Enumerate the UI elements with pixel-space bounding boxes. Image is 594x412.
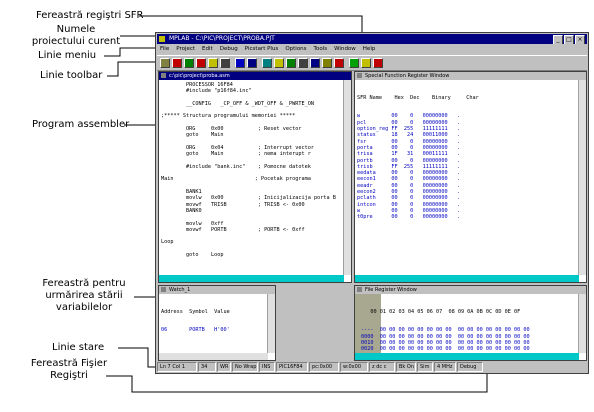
watch-window: Watch_1 Address Symbol Value 06 PORTB H'… — [158, 285, 276, 361]
source-vscroll[interactable] — [343, 80, 351, 275]
toolbar-icon-2[interactable] — [172, 58, 182, 68]
status-wr: WR — [217, 362, 231, 372]
status-bar: Ln 7 Col 1 34 WR No Wrap INS PIC16F84 pc… — [157, 362, 587, 372]
menu-picstart[interactable]: Picstart Plus — [245, 45, 279, 54]
menu-edit[interactable]: Edit — [202, 45, 213, 54]
sfr-window: Special Function Register Window SFR Nam… — [354, 71, 587, 283]
document-icon — [161, 73, 166, 78]
menu-help[interactable]: Help — [363, 45, 376, 54]
sfr-vscroll[interactable] — [578, 80, 586, 275]
toolbar — [157, 55, 587, 71]
toolbar-icon-18[interactable] — [373, 58, 383, 68]
source-code[interactable]: PROCESSOR 16F84 #include "p16f84.inc" __… — [161, 82, 343, 274]
menu-bar: File Project Edit Debug Picstart Plus Op… — [157, 45, 587, 54]
watch-window-title: Watch_1 — [169, 287, 191, 293]
file-register-header: 00 01 02 03 04 05 06 07 08 09 0A 0B 0C 0… — [361, 308, 521, 315]
menu-project[interactable]: Project — [176, 45, 195, 54]
maximize-icon[interactable]: □ — [564, 35, 574, 44]
toolbar-icon-1[interactable] — [160, 58, 170, 68]
label-sfr-window: Fereastră regiştri SFR — [36, 10, 144, 21]
source-line: movlw 0x00 ; Inicijalizacija porta B — [161, 195, 336, 202]
file-register-row: 0020 00 00 00 00 00 00 00 00 00 00 00 00… — [361, 346, 530, 352]
file-register-hscroll[interactable] — [355, 353, 579, 360]
file-register-title: File Register Window — [365, 287, 417, 293]
toolbar-icon-10[interactable] — [274, 58, 284, 68]
status-ins: INS — [259, 362, 275, 372]
source-hscroll[interactable] — [159, 275, 344, 282]
status-mode: Debug — [457, 362, 483, 372]
label-file-registers: Fereastră Fişier Regiştri — [30, 358, 108, 381]
label-menu-line: Linie meniu — [38, 50, 97, 61]
toolbar-icon-15[interactable] — [334, 58, 344, 68]
sfr-row: t0pre 00 0 00000000 . — [357, 214, 461, 221]
label-program-assembler: Program assembler — [32, 119, 130, 130]
status-sim: Sim — [417, 362, 433, 372]
status-w: w:0x00 — [340, 362, 368, 372]
document-icon — [357, 73, 362, 78]
label-toolbar-line: Linie toolbar — [40, 70, 103, 81]
document-icon — [161, 287, 166, 292]
toolbar-icon-12[interactable] — [298, 58, 308, 68]
source-window-titlebar[interactable]: c:\pic\project\proba.asm — [159, 72, 351, 80]
watch-row[interactable]: 06 PORTB H'00' — [161, 327, 267, 333]
toolbar-icon-8[interactable] — [247, 58, 257, 68]
file-register-window: File Register Window 00 01 02 03 04 05 0… — [354, 285, 587, 361]
status-position: Ln 7 Col 1 — [157, 362, 197, 372]
menu-tools[interactable]: Tools — [314, 45, 328, 54]
status-count: 34 — [198, 362, 216, 372]
toolbar-icon-4[interactable] — [196, 58, 206, 68]
toolbar-icon-11[interactable] — [286, 58, 296, 68]
sfr-window-title: Special Function Register Window — [365, 73, 450, 79]
label-watch-window: Fereastră pentru urmărirea stării variab… — [42, 278, 126, 313]
sfr-window-titlebar[interactable]: Special Function Register Window — [355, 72, 586, 80]
file-register-vscroll[interactable] — [578, 294, 586, 353]
file-register-rows: ---- 00 00 00 00 00 00 00 00 00 00 00 00… — [361, 327, 578, 352]
toolbar-icon-16[interactable] — [349, 58, 359, 68]
app-icon — [159, 36, 165, 42]
callout-menu — [104, 47, 158, 57]
sfr-hscroll[interactable] — [355, 275, 579, 282]
menu-window[interactable]: Window — [334, 45, 356, 54]
menu-file[interactable]: File — [160, 45, 169, 54]
menu-debug[interactable]: Debug — [220, 45, 238, 54]
label-status-line: Linie stare — [52, 342, 105, 353]
toolbar-icon-14[interactable] — [322, 58, 332, 68]
sfr-table: SFR Name Hex Dec Binary Char w 00 0 0000… — [357, 82, 578, 274]
toolbar-icon-6[interactable] — [220, 58, 230, 68]
sfr-header: SFR Name Hex Dec Binary Char — [357, 94, 479, 101]
status-wrap: No Wrap — [232, 362, 258, 372]
minimize-icon[interactable]: _ — [553, 35, 563, 44]
source-line: goto Loop — [161, 252, 224, 259]
mplab-window: MPLAB - C:\PIC\PROJECT\PROBA.PJT _ □ × F… — [155, 32, 589, 374]
source-window-title: c:\pic\project\proba.asm — [169, 73, 230, 79]
status-processor: PIC16F84 — [276, 362, 308, 372]
toolbar-icon-7[interactable] — [235, 58, 245, 68]
file-register-titlebar[interactable]: File Register Window — [355, 286, 586, 294]
document-icon — [357, 287, 362, 292]
mplab-title-text: MPLAB - C:\PIC\PROJECT\PROBA.PJT — [169, 35, 275, 42]
watch-header: Address Symbol Value — [161, 308, 230, 315]
toolbar-icon-17[interactable] — [361, 58, 371, 68]
source-window: c:\pic\project\proba.asm PROCESSOR 16F84… — [158, 71, 352, 283]
watch-window-titlebar[interactable]: Watch_1 — [159, 286, 275, 294]
watch-vscroll[interactable] — [267, 294, 275, 353]
status-freq: 4 MHz — [434, 362, 456, 372]
toolbar-icon-13[interactable] — [310, 58, 320, 68]
toolbar-icon-9[interactable] — [262, 58, 272, 68]
toolbar-icon-5[interactable] — [208, 58, 218, 68]
status-flags: z dc c — [369, 362, 395, 372]
sfr-rows: w 00 0 00000000 . pcl 00 0 00000000 . opti… — [357, 113, 578, 220]
watch-table: Address Symbol Value 06 PORTB H'00' — [161, 296, 267, 352]
menu-options[interactable]: Options — [285, 45, 306, 54]
status-pc: pc:0x00 — [309, 362, 339, 372]
label-project-name: Numele proiectului curent — [31, 24, 121, 47]
status-bank: Bk On — [396, 362, 416, 372]
mplab-titlebar[interactable]: MPLAB - C:\PIC\PROJECT\PROBA.PJT _ □ × — [157, 34, 587, 44]
toolbar-icon-3[interactable] — [184, 58, 194, 68]
file-register-table: 00 01 02 03 04 05 06 07 08 09 0A 0B 0C 0… — [361, 296, 578, 352]
close-icon[interactable]: × — [575, 35, 585, 44]
watch-hscroll[interactable] — [159, 353, 268, 360]
callout-toolbar — [107, 61, 158, 77]
